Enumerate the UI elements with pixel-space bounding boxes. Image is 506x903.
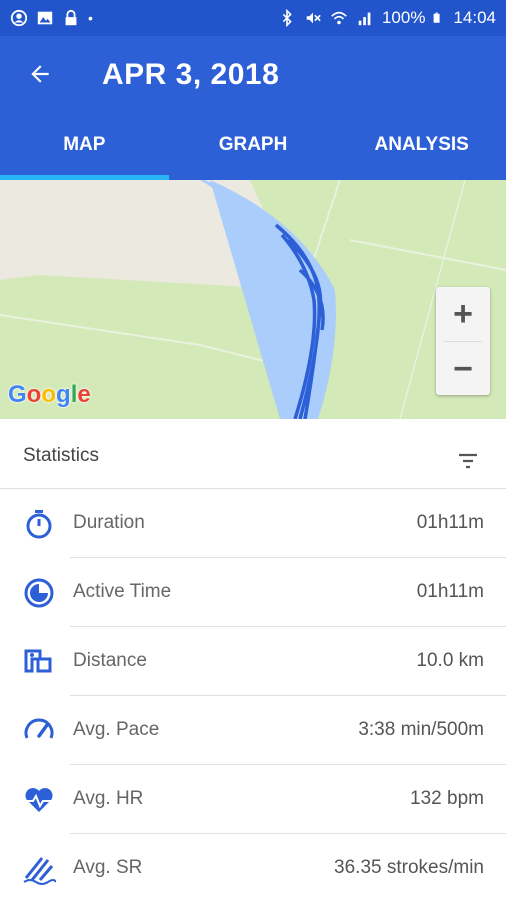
stat-value: 36.35 strokes/min bbox=[334, 857, 484, 878]
zoom-controls: + − bbox=[436, 287, 490, 395]
stat-label: Avg. HR bbox=[73, 788, 144, 809]
stat-value: 01h11m bbox=[416, 581, 484, 602]
statistics-header: Statistics bbox=[0, 419, 506, 489]
zoom-out-button[interactable]: − bbox=[436, 342, 490, 396]
status-right-icons: 100% 14:04 bbox=[278, 8, 496, 28]
stat-label: Active Time bbox=[73, 581, 172, 602]
page-title: APR 3, 2018 bbox=[102, 58, 280, 91]
stat-row-avg-sr: Avg. SR 36.35 strokes/min bbox=[0, 834, 506, 903]
tab-analysis[interactable]: ANALYSIS bbox=[337, 116, 506, 180]
filter-icon[interactable] bbox=[456, 449, 480, 473]
stat-value: 10.0 km bbox=[416, 650, 484, 671]
stat-label: Avg. Pace bbox=[73, 719, 160, 740]
wifi-icon bbox=[331, 11, 347, 25]
zoom-in-button[interactable]: + bbox=[436, 287, 490, 341]
stat-label: Duration bbox=[73, 512, 145, 533]
status-bar: • 100% 14:04 bbox=[0, 0, 506, 36]
app-bar: APR 3, 2018 bbox=[0, 36, 506, 116]
bluetooth-icon bbox=[282, 9, 292, 27]
tab-graph[interactable]: GRAPH bbox=[169, 116, 338, 180]
heart-rate-icon bbox=[24, 788, 54, 812]
image-icon bbox=[37, 11, 53, 25]
stat-label: Avg. SR bbox=[73, 857, 143, 878]
status-left-icons: • bbox=[10, 9, 93, 27]
stat-value: 132 bpm bbox=[410, 788, 484, 809]
distance-icon bbox=[24, 649, 52, 673]
stopwatch-icon bbox=[26, 510, 52, 539]
statistics-title: Statistics bbox=[23, 445, 100, 466]
tab-map[interactable]: MAP bbox=[0, 116, 169, 180]
active-time-icon bbox=[24, 578, 54, 608]
stat-row-avg-pace: Avg. Pace 3:38 min/500m bbox=[0, 696, 506, 765]
stroke-rate-icon bbox=[23, 857, 56, 885]
dot-icon: • bbox=[88, 10, 93, 26]
lock-icon bbox=[65, 9, 77, 26]
clock: 14:04 bbox=[453, 8, 496, 27]
speedometer-icon bbox=[24, 718, 54, 739]
arrow-back-icon bbox=[31, 65, 49, 83]
signal-icon bbox=[358, 12, 371, 26]
stat-value: 01h11m bbox=[416, 512, 484, 533]
stat-value: 3:38 min/500m bbox=[358, 719, 484, 740]
mute-icon bbox=[306, 12, 321, 24]
battery-percent: 100% bbox=[381, 8, 426, 27]
tab-bar: MAP GRAPH ANALYSIS bbox=[0, 116, 506, 180]
stat-row-duration: Duration 01h11m bbox=[0, 489, 506, 558]
map-view[interactable]: + − Google bbox=[0, 180, 506, 419]
account-icon bbox=[10, 9, 28, 27]
back-button[interactable] bbox=[22, 56, 58, 92]
stat-row-avg-hr: Avg. HR 132 bpm bbox=[0, 765, 506, 834]
stat-row-active-time: Active Time 01h11m bbox=[0, 558, 506, 627]
google-logo: Google bbox=[8, 381, 91, 408]
stat-row-distance: Distance 10.0 km bbox=[0, 627, 506, 696]
stat-label: Distance bbox=[73, 650, 147, 671]
battery-icon bbox=[434, 12, 441, 23]
